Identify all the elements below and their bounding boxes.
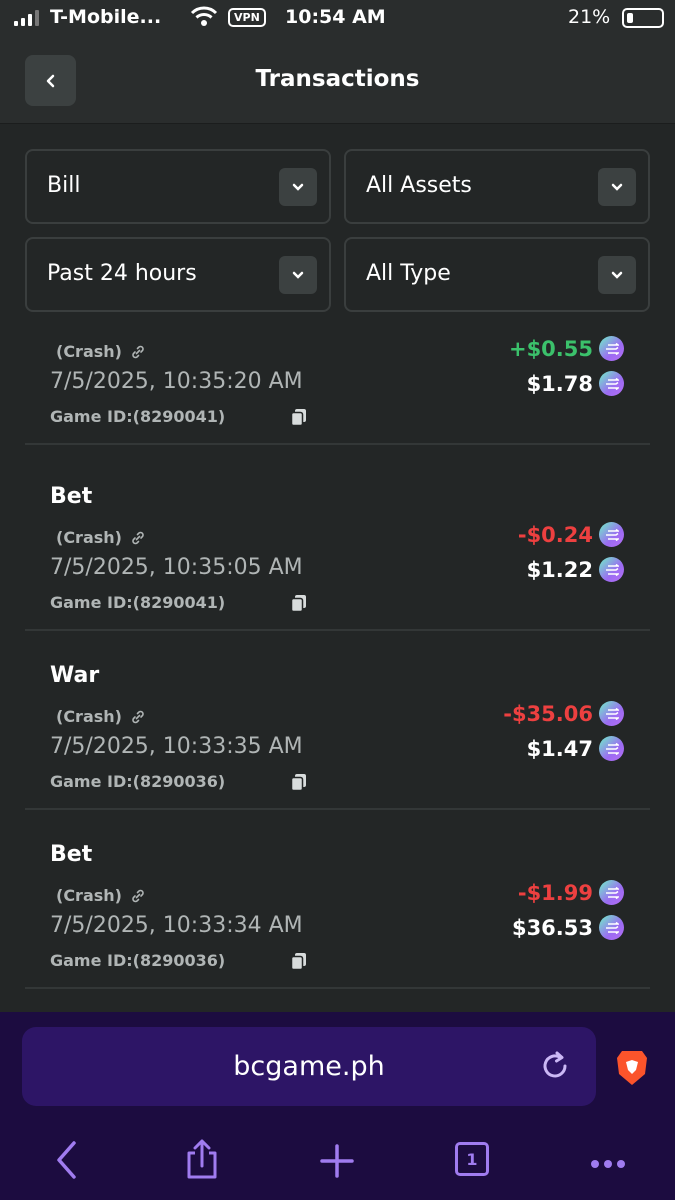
period-select-value: Past 24 hours: [47, 261, 197, 286]
sol-coin-icon: [599, 371, 624, 396]
sol-coin-icon: [599, 915, 624, 940]
balance-value: $36.53: [511, 915, 593, 940]
chevron-down-icon: [279, 256, 317, 294]
transaction-amount: -$1.99: [518, 880, 624, 905]
balance-value: $1.78: [526, 371, 593, 396]
amount-value: +$0.55: [508, 336, 593, 361]
browser-toolbar: bcgame.ph 1: [0, 1012, 675, 1200]
battery-percent: 21%: [568, 6, 611, 28]
transaction-amount: -$0.24: [518, 522, 624, 547]
amount-value: -$1.99: [517, 880, 593, 905]
transaction-balance: $36.53: [512, 915, 624, 940]
sol-coin-icon: [599, 522, 624, 547]
transaction-game[interactable]: (Crash): [56, 707, 146, 726]
sol-coin-icon: [599, 880, 624, 905]
reload-icon[interactable]: [538, 1049, 572, 1087]
browser-back-icon[interactable]: [54, 1140, 80, 1184]
transaction-row[interactable]: Bet (Crash) 7/5/2025, 10:33:34 AM Game I…: [25, 810, 650, 989]
assets-select[interactable]: All Assets: [344, 149, 650, 224]
transaction-time: 7/5/2025, 10:33:35 AM: [50, 734, 303, 759]
transaction-balance: $1.22: [527, 557, 624, 582]
type-select-value: All Type: [366, 261, 451, 286]
vpn-badge: VPN: [228, 8, 266, 27]
carrier-name: T-Mobile...: [50, 6, 162, 28]
page-header: Transactions: [0, 36, 675, 124]
transaction-row[interactable]: (Crash) 7/5/2025, 10:35:20 AM Game ID:(8…: [25, 312, 650, 445]
more-icon[interactable]: [590, 1154, 626, 1173]
chevron-down-icon: [279, 168, 317, 206]
balance-value: $1.47: [526, 736, 593, 761]
chevron-down-icon: [598, 256, 636, 294]
game-name: (Crash): [56, 886, 122, 905]
category-select-value: Bill: [47, 173, 81, 198]
transaction-list[interactable]: (Crash) 7/5/2025, 10:35:20 AM Game ID:(8…: [25, 312, 650, 1012]
page-title: Transactions: [255, 66, 420, 92]
assets-select-value: All Assets: [366, 173, 472, 198]
brave-shield-icon[interactable]: [614, 1048, 650, 1092]
game-id: Game ID:(8290041): [50, 593, 226, 612]
copy-icon[interactable]: [289, 772, 309, 796]
transaction-game[interactable]: (Crash): [56, 342, 146, 361]
transaction-time: 7/5/2025, 10:35:05 AM: [50, 555, 303, 580]
game-id: Game ID:(8290041): [50, 407, 226, 426]
link-icon: [132, 710, 144, 723]
sol-coin-icon: [599, 336, 624, 361]
transaction-amount: -$35.06: [503, 701, 624, 726]
link-icon: [132, 345, 144, 358]
type-select[interactable]: All Type: [344, 237, 650, 312]
game-id: Game ID:(8290036): [50, 951, 226, 970]
copy-icon[interactable]: [289, 407, 309, 431]
sol-coin-icon: [599, 701, 624, 726]
transaction-type: Bet: [50, 484, 93, 509]
amount-value: -$35.06: [503, 701, 593, 726]
battery-icon: [622, 8, 664, 28]
game-id: Game ID:(8290036): [50, 772, 226, 791]
amount-value: -$0.24: [517, 522, 593, 547]
address-bar[interactable]: bcgame.ph: [22, 1027, 596, 1106]
new-tab-icon[interactable]: [318, 1142, 356, 1184]
signal-icon: [14, 10, 39, 26]
transaction-balance: $1.47: [527, 736, 624, 761]
transaction-type: War: [50, 663, 100, 688]
period-select[interactable]: Past 24 hours: [25, 237, 331, 312]
transaction-row[interactable]: Bet (Crash) 7/5/2025, 10:35:05 AM Game I…: [25, 452, 650, 631]
wifi-icon: [190, 6, 218, 33]
chevron-down-icon: [598, 168, 636, 206]
transaction-game[interactable]: (Crash): [56, 528, 146, 547]
sol-coin-icon: [599, 736, 624, 761]
share-icon[interactable]: [184, 1138, 220, 1184]
transaction-type: Bet: [50, 842, 93, 867]
game-name: (Crash): [56, 342, 122, 361]
transaction-row[interactable]: War (Crash) 7/5/2025, 10:33:35 AM Game I…: [25, 631, 650, 810]
status-bar: T-Mobile... VPN 10:54 AM 21%: [0, 0, 675, 36]
transaction-balance: $1.78: [527, 371, 624, 396]
url-text: bcgame.ph: [233, 1051, 385, 1082]
transaction-game[interactable]: (Crash): [56, 886, 146, 905]
game-name: (Crash): [56, 707, 122, 726]
link-icon: [132, 889, 144, 902]
category-select[interactable]: Bill: [25, 149, 331, 224]
balance-value: $1.22: [526, 557, 593, 582]
transaction-amount: +$0.55: [509, 336, 624, 361]
game-name: (Crash): [56, 528, 122, 547]
tabs-button[interactable]: 1: [455, 1142, 489, 1176]
link-icon: [132, 531, 144, 544]
transaction-time: 7/5/2025, 10:33:34 AM: [50, 913, 303, 938]
clock: 10:54 AM: [285, 6, 386, 28]
copy-icon[interactable]: [289, 951, 309, 975]
transaction-time: 7/5/2025, 10:35:20 AM: [50, 369, 303, 394]
copy-icon[interactable]: [289, 593, 309, 617]
sol-coin-icon: [599, 557, 624, 582]
